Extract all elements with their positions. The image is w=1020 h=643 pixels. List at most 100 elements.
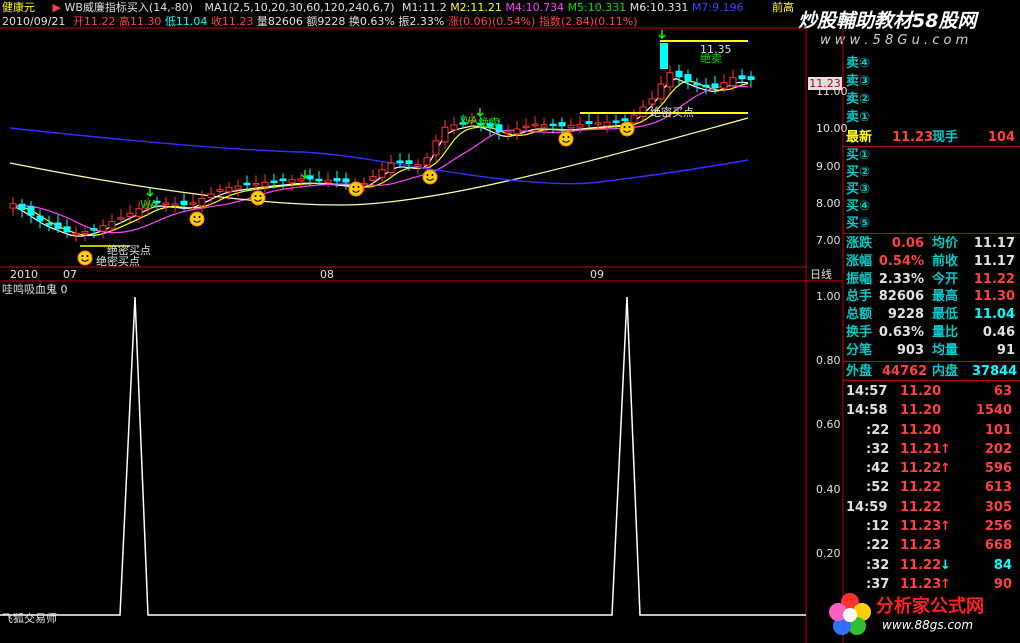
smiley-icon bbox=[77, 250, 93, 266]
high-marker: 11.35 bbox=[700, 43, 732, 56]
smiley-icon bbox=[422, 169, 438, 185]
outer-label: 外盘 bbox=[846, 364, 873, 379]
sell-levels: 卖④ 卖③ 卖② 卖① bbox=[846, 56, 1018, 128]
candle-body bbox=[54, 222, 62, 229]
stat-value: 91 bbox=[996, 342, 1015, 358]
candle-body bbox=[387, 162, 395, 173]
tick-time: 14:57 bbox=[846, 384, 888, 399]
sub-tick-0: 1.00 bbox=[816, 290, 841, 303]
arrow-up-icon: ↑ bbox=[940, 519, 951, 535]
sub-chart-footer: 飞狐交易师 bbox=[2, 612, 57, 625]
annotation-buy-2: 绝密买点 bbox=[650, 106, 694, 119]
candle-body bbox=[405, 160, 413, 165]
stat-label: 均量 bbox=[932, 342, 959, 358]
candle-body bbox=[9, 203, 17, 209]
stats-table: 涨跌 0.06 均价 11.17 涨幅 0.54% 前收 11.17 振幅 2.33% 今开 11.2… bbox=[846, 236, 1018, 361]
inner-label: 内盘 bbox=[932, 364, 959, 379]
candle-body bbox=[657, 83, 665, 100]
stats-row: 涨幅 0.54% 前收 11.17 bbox=[846, 254, 1018, 272]
stats-row: 总额 9228 最低 11.04 bbox=[846, 307, 1018, 325]
candle-body bbox=[639, 106, 647, 117]
candle-body bbox=[225, 186, 233, 193]
kline-chart[interactable] bbox=[9, 30, 755, 266]
stat-value: 11.17 bbox=[973, 236, 1015, 251]
period-label[interactable]: 日线 bbox=[810, 268, 832, 281]
stat-value: 0.54% bbox=[878, 253, 924, 269]
tick-time: 14:58 bbox=[846, 403, 888, 419]
candle-body bbox=[378, 169, 386, 178]
candle-body bbox=[612, 120, 620, 123]
tick-volume: 256 bbox=[984, 519, 1012, 535]
candle-body bbox=[738, 75, 746, 80]
tick-row: :52 11.22 613 bbox=[846, 480, 1018, 499]
tick-time: :32 bbox=[866, 441, 890, 457]
smiley-eye bbox=[426, 174, 429, 176]
candle-body bbox=[747, 76, 755, 81]
month-label-1: 07 bbox=[63, 268, 77, 281]
candle-body bbox=[297, 178, 305, 182]
down-arrow-icon bbox=[301, 170, 309, 180]
candle-body bbox=[189, 202, 197, 205]
stat-label: 涨幅 bbox=[846, 253, 873, 269]
tick-price: 11.20 bbox=[900, 403, 942, 419]
smiley-eye bbox=[628, 126, 631, 128]
tick-list[interactable]: 14:57 11.20 63 14:58 11.20 1540:22 11.20 101:32… bbox=[846, 384, 1018, 596]
stats-row: 振幅 2.33% 今开 11.22 bbox=[846, 272, 1018, 290]
candle-body bbox=[603, 121, 611, 127]
month-label-0: 2010 bbox=[10, 268, 38, 281]
buy-level-3: 买③ bbox=[846, 182, 871, 197]
tick-row: :42 11.22 ↑ 596 bbox=[846, 461, 1018, 480]
stat-label: 总额 bbox=[846, 307, 873, 323]
stat-value: 11.30 bbox=[973, 289, 1015, 305]
tick-time: :22 bbox=[866, 422, 890, 438]
sell-level-4: 卖④ bbox=[846, 56, 871, 71]
candle-body bbox=[522, 125, 530, 129]
tick-volume: 202 bbox=[984, 441, 1012, 457]
flower-logo-icon bbox=[829, 593, 871, 635]
sub-indicator-chart[interactable] bbox=[0, 296, 806, 616]
candle-body bbox=[333, 177, 341, 182]
candle-body bbox=[414, 164, 422, 167]
tick-volume: 63 bbox=[993, 384, 1012, 399]
tick-volume: 668 bbox=[984, 538, 1012, 554]
smiley-icon bbox=[189, 211, 205, 227]
stat-label: 分笔 bbox=[846, 342, 873, 358]
candle-body bbox=[63, 226, 71, 233]
candle-body bbox=[396, 160, 404, 164]
candle-body bbox=[324, 179, 332, 183]
smiley-eye bbox=[254, 195, 257, 197]
stat-label: 均价 bbox=[932, 236, 959, 251]
candle-body bbox=[576, 123, 584, 128]
candle-body bbox=[567, 124, 575, 129]
price-tick-1: 10.00 bbox=[816, 122, 848, 135]
tick-price: 11.22 bbox=[900, 461, 942, 477]
candle-body bbox=[720, 82, 728, 89]
latest-price: 11.23 bbox=[892, 130, 934, 145]
tick-row: 14:58 11.20 1540 bbox=[846, 403, 1018, 422]
candle-body bbox=[660, 43, 668, 69]
tick-price: 11.20 bbox=[900, 384, 942, 399]
stats-row: 分笔 903 均量 91 bbox=[846, 343, 1018, 361]
sell-level-3: 卖③ bbox=[846, 74, 871, 89]
sell-level-2: 卖② bbox=[846, 92, 871, 107]
month-label-3: 09 bbox=[590, 268, 604, 281]
candle-body bbox=[549, 123, 557, 127]
candle-body bbox=[252, 182, 260, 186]
candle-body bbox=[684, 74, 692, 82]
tick-price: 11.21 bbox=[900, 441, 942, 457]
price-tick-4: 7.00 bbox=[816, 234, 841, 247]
candle-body bbox=[171, 203, 179, 206]
candle-body bbox=[558, 122, 566, 127]
candle-body bbox=[288, 179, 296, 184]
smiley-icon bbox=[558, 131, 574, 147]
smiley-eye bbox=[357, 186, 360, 188]
smiley-eye bbox=[81, 255, 84, 257]
smiley-eye bbox=[567, 136, 570, 138]
arrow-down-icon: ↓ bbox=[940, 557, 951, 573]
candle-body bbox=[180, 200, 188, 206]
stat-label: 量比 bbox=[932, 324, 959, 340]
smiley-eye bbox=[198, 216, 201, 218]
stat-label: 最高 bbox=[932, 289, 959, 305]
candle-body bbox=[162, 202, 170, 205]
tick-volume: 84 bbox=[993, 557, 1012, 573]
